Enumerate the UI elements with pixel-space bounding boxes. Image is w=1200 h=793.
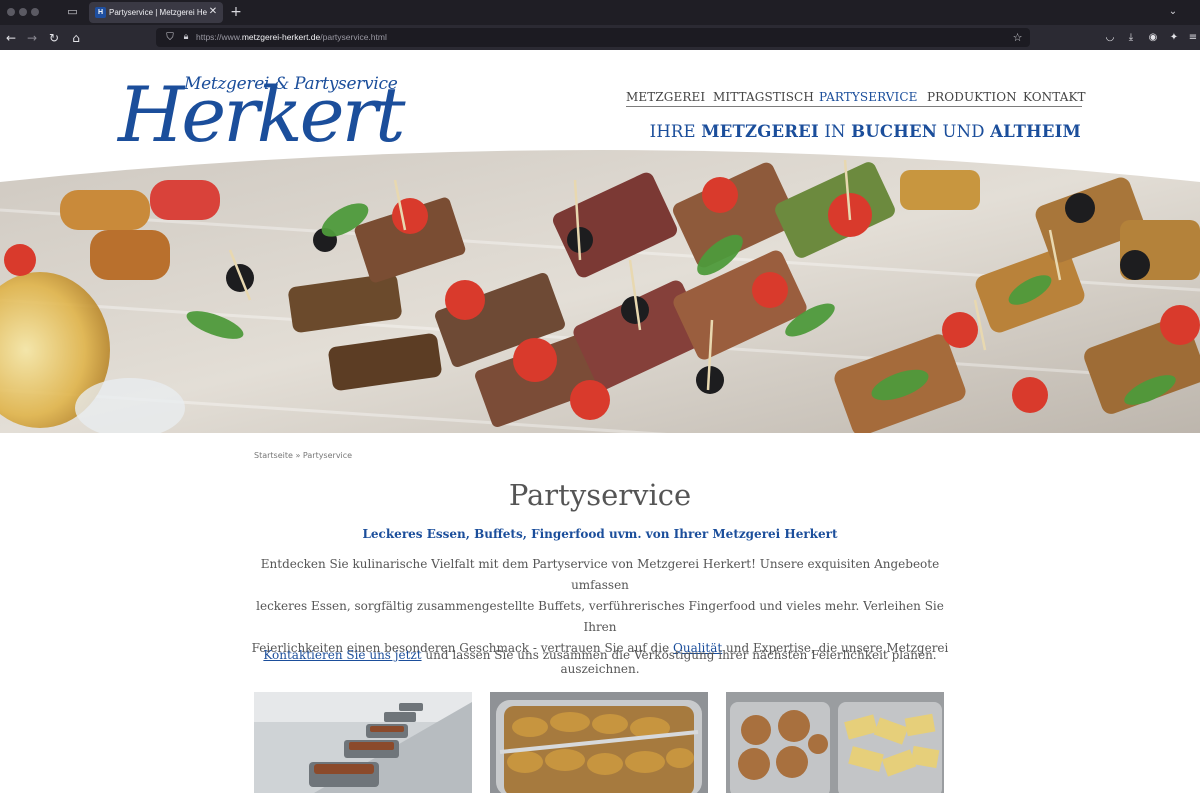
logo-subtitle: Metzgerei & Partyservice [184,74,398,94]
extensions-icon[interactable]: ✦ [1166,30,1182,46]
nav-item-partyservice[interactable]: PARTYSERVICE [819,89,918,105]
window-minimize-dot[interactable] [19,8,27,16]
intro-line: leckeres Essen, sorgfältig zusammengeste… [256,599,944,634]
contact-link[interactable]: Kontaktieren Sie uns jetzt [263,648,421,662]
gallery-image-chafing-dishes[interactable] [254,692,472,793]
bookmark-star-icon[interactable]: ☆ [1011,31,1024,44]
contact-paragraph: Kontaktieren Sie uns jetzt und lassen Si… [263,648,937,662]
tab-close-icon[interactable]: ✕ [207,5,219,19]
breadcrumb-separator: » [292,451,303,460]
nav-item-produktion[interactable]: PRODUKTION [927,89,1017,105]
address-bar[interactable]: ⛉ 🔒︎ https://www.metzgerei-herkert.de/pa… [156,28,1030,47]
url-text[interactable]: https://www.metzgerei-herkert.de/partyse… [196,31,387,44]
page-title: Partyservice [508,478,692,512]
breadcrumb-current: Partyservice [302,451,353,460]
browser-tab-active[interactable]: H Partyservice | Metzgerei Herkert ✕ [89,2,223,23]
window-close-dot[interactable] [7,8,15,16]
account-icon[interactable]: ◉ [1145,30,1161,46]
tab-list-icon[interactable]: ▭ [66,6,79,18]
download-icon[interactable]: ⤓ [1123,30,1139,46]
site-logo[interactable]: Herkert Metzgerei & Partyservice [118,68,405,160]
window-zoom-dot[interactable] [31,8,39,16]
back-arrow-icon[interactable]: ← [3,30,19,46]
nav-item-mittagstisch[interactable]: MITTAGSTISCH [713,89,814,105]
pocket-icon[interactable]: ◡ [1102,30,1118,46]
site-slogan: IHRE METZGEREI IN BUCHEN UND ALTHEIM [649,122,1081,141]
nav-item-kontakt[interactable]: KONTAKT [1023,89,1086,105]
forward-arrow-icon[interactable]: → [24,30,40,46]
breadcrumb-home-link[interactable]: Startseite [254,451,293,460]
nav-item-metzgerei[interactable]: METZGEREI [626,89,705,105]
gallery-image-meatballs-pasta[interactable] [726,692,944,793]
favicon-icon: H [95,7,106,18]
home-icon[interactable]: ⌂ [68,30,84,46]
hero-image-fingerfood [0,150,1200,433]
intro-line: Entdecken Sie kulinarische Vielfalt mit … [260,557,940,592]
lead-text: Leckeres Essen, Buffets, Fingerfood uvm.… [362,527,838,541]
breadcrumb: Startseite » Partyservice [254,450,352,462]
new-tab-button[interactable]: + [229,4,243,20]
main-navigation: METZGEREI MITTAGSTISCH PARTYSERVICE PROD… [626,87,1086,107]
tab-title: Partyservice | Metzgerei Herkert [109,8,207,17]
browser-toolbar: ← → ↻ ⌂ ⛉ 🔒︎ https://www.metzgerei-herke… [0,25,1200,50]
reload-icon[interactable]: ↻ [46,30,62,46]
browser-tab-bar: ▭ H Partyservice | Metzgerei Herkert ✕ +… [0,0,1200,25]
chevron-down-icon[interactable]: ⌄ [1166,4,1180,20]
shield-icon[interactable]: ⛉ [164,31,176,44]
lock-icon[interactable]: 🔒︎ [180,31,192,44]
menu-icon[interactable]: ≡ [1185,30,1200,46]
gallery-image-schnitzel[interactable] [490,692,708,793]
